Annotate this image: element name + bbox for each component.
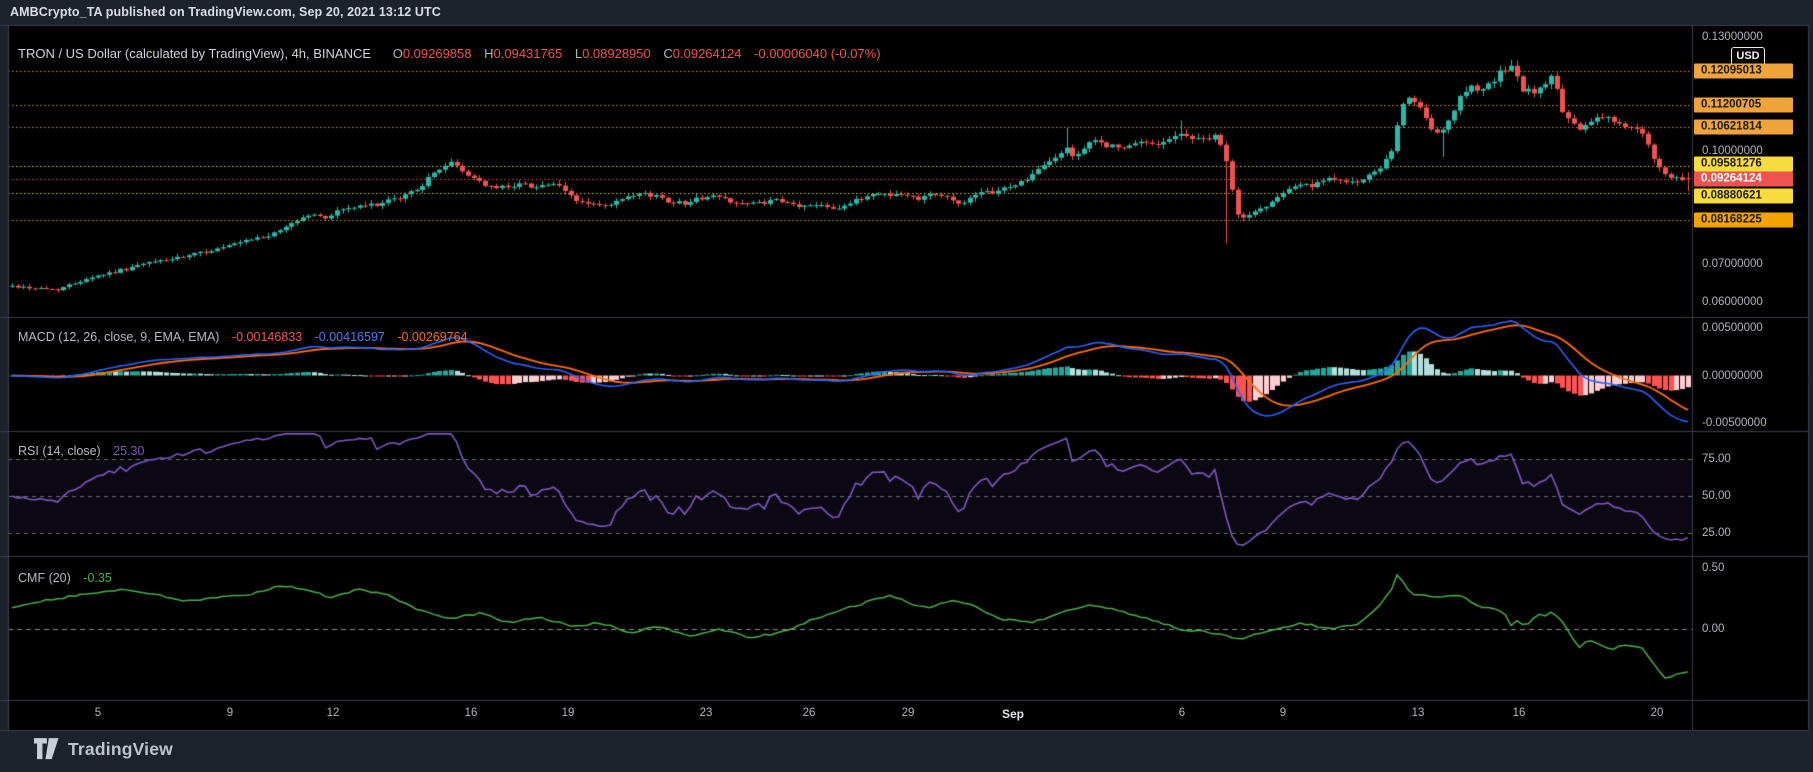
level-price-label: 0.08880621 — [1694, 188, 1793, 204]
macd-axis-tick: -0.00500000 — [1702, 417, 1767, 429]
level-price-label: 0.11200705 — [1694, 97, 1793, 113]
level-price-label: 0.10621814 — [1694, 119, 1793, 135]
time-axis-label: 5 — [94, 707, 102, 719]
tradingview-logo[interactable]: TradingView — [34, 738, 173, 760]
macd-histogram-value: -0.00146833 — [231, 330, 303, 344]
tradingview-logo-text: TradingView — [68, 738, 173, 759]
time-axis-label: 9 — [1279, 707, 1287, 719]
level-price-label: 0.12095013 — [1694, 63, 1793, 79]
last-price-label: 0.09264124 — [1694, 171, 1793, 186]
rsi-value: 25.30 — [113, 444, 145, 458]
cmf-value: -0.35 — [83, 571, 112, 585]
time-axis-label: 23 — [699, 707, 713, 719]
time-axis-label: 16 — [464, 707, 478, 719]
cmf-title: CMF — [18, 571, 46, 585]
rsi-title: RSI — [18, 444, 39, 458]
cmf-legend[interactable]: CMF (20) -0.35 — [18, 571, 112, 585]
macd-line-value: -0.00416597 — [314, 330, 385, 344]
rsi-axis-tick: 75.00 — [1702, 453, 1731, 465]
ohlc-close-letter: C — [663, 46, 673, 61]
rsi-axis-tick: 25.00 — [1702, 527, 1731, 539]
time-axis-label: Sep — [1001, 707, 1025, 721]
time-axis-label: 20 — [1650, 707, 1664, 719]
tradingview-logo-icon — [34, 738, 59, 760]
time-axis-label: 6 — [1178, 707, 1186, 719]
ohlc-high-value: 0.09431765 — [493, 46, 563, 61]
rsi-legend[interactable]: RSI (14, close) 25.30 — [18, 444, 144, 458]
time-axis-label: 13 — [1411, 707, 1425, 719]
time-axis-label: 26 — [802, 707, 816, 719]
time-axis-label: 12 — [326, 707, 340, 719]
level-price-label: 0.09581276 — [1694, 156, 1793, 172]
cmf-params: (20) — [48, 571, 71, 585]
price-axis-tick: 0.06000000 — [1702, 296, 1763, 309]
ohlc-low-value: 0.08928950 — [582, 46, 651, 61]
ohlc-close-value: 0.09264124 — [672, 46, 742, 61]
macd-legend[interactable]: MACD (12, 26, close, 9, EMA, EMA) -0.001… — [18, 330, 468, 344]
macd-axis-tick: 0.00000000 — [1702, 369, 1763, 382]
rsi-axis-tick: 50.00 — [1702, 490, 1731, 502]
ohlc-high-letter: H — [484, 46, 494, 61]
macd-signal-value: -0.00269764 — [397, 330, 468, 344]
ohlc-low-letter: L — [574, 46, 583, 61]
main-symbol-legend[interactable]: TRON / US Dollar (calculated by TradingV… — [18, 46, 881, 61]
price-axis-tick: 0.13000000 — [1702, 31, 1763, 43]
cmf-axis-tick: 0.00 — [1702, 623, 1725, 635]
time-axis-label: 16 — [1512, 707, 1526, 719]
symbol-title: TRON / US Dollar (calculated by TradingV… — [18, 46, 372, 61]
price-axis-tick: 0.10000000 — [1702, 144, 1763, 157]
macd-title: MACD — [18, 330, 55, 344]
price-axis-tick: 0.07000000 — [1702, 258, 1763, 271]
rsi-params: (14, close) — [42, 444, 101, 458]
ohlc-change-value: -0.00006040 (-0.07%) — [754, 46, 881, 61]
tradingview-published-chart: AMBCrypto_TA published on TradingView.co… — [0, 0, 1813, 772]
level-price-label: 0.08168225 — [1694, 212, 1793, 228]
time-axis-label: 19 — [561, 707, 575, 719]
ohlc-open-value: 0.09269858 — [402, 46, 472, 61]
macd-axis-tick: 0.00500000 — [1702, 322, 1763, 334]
time-axis-label: 9 — [226, 707, 234, 719]
published-header: AMBCrypto_TA published on TradingView.co… — [10, 5, 441, 19]
macd-params: (12, 26, close, 9, EMA, EMA) — [58, 330, 220, 344]
cmf-axis-tick: 0.50 — [1702, 562, 1725, 574]
ohlc-open-letter: O — [392, 46, 403, 61]
time-axis-label: 29 — [901, 707, 915, 719]
